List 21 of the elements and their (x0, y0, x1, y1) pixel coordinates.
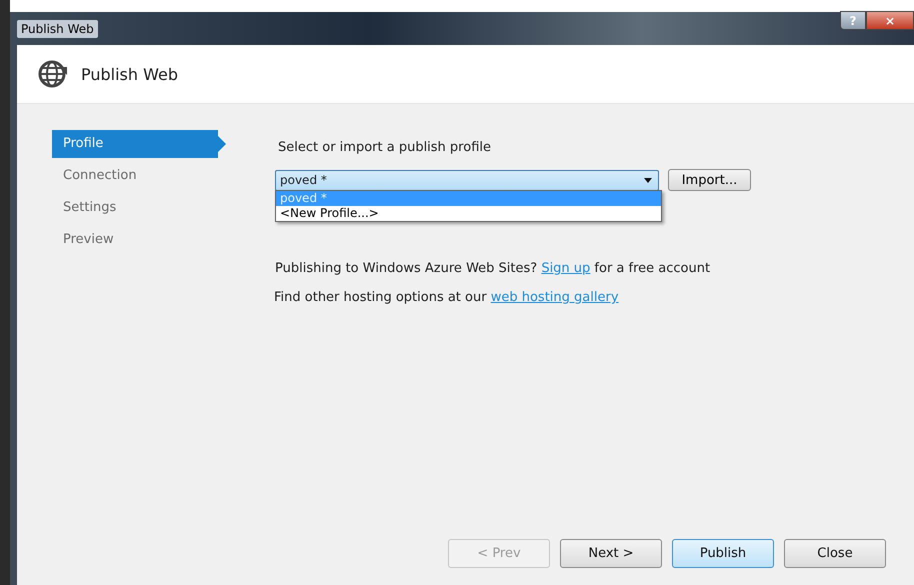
dropdown-option[interactable]: <New Profile...> (276, 206, 661, 220)
window-title: Publish Web (17, 20, 98, 38)
hosting-note: Find other hosting options at our web hosting gallery (274, 290, 620, 305)
dropdown-value: poved * (280, 173, 327, 187)
import-button[interactable]: Import... (668, 169, 751, 191)
sign-up-link[interactable]: Sign up (541, 261, 590, 276)
caret-icon (644, 178, 652, 182)
gallery-link[interactable]: web hosting gallery (490, 290, 619, 305)
close-button[interactable]: × (866, 11, 914, 30)
publish-button[interactable]: Publish (672, 539, 774, 568)
step-tab[interactable]: Connection (52, 162, 218, 190)
dropdown-option[interactable]: poved * (276, 190, 661, 206)
azure-note: Publishing to Windows Azure Web Sites? Sign up for a free account (275, 261, 712, 276)
step-tab[interactable]: Profile (52, 130, 226, 158)
profile-prompt: Select or import a publish profile (278, 140, 491, 155)
header-title: Publish Web (81, 64, 178, 84)
step-tab[interactable]: Settings (52, 194, 218, 222)
close-button[interactable]: Close (784, 539, 886, 568)
step-tab[interactable]: Preview (52, 226, 218, 254)
profile-dropdown[interactable]: poved * (275, 170, 659, 190)
next-button[interactable]: Next > (560, 539, 662, 568)
